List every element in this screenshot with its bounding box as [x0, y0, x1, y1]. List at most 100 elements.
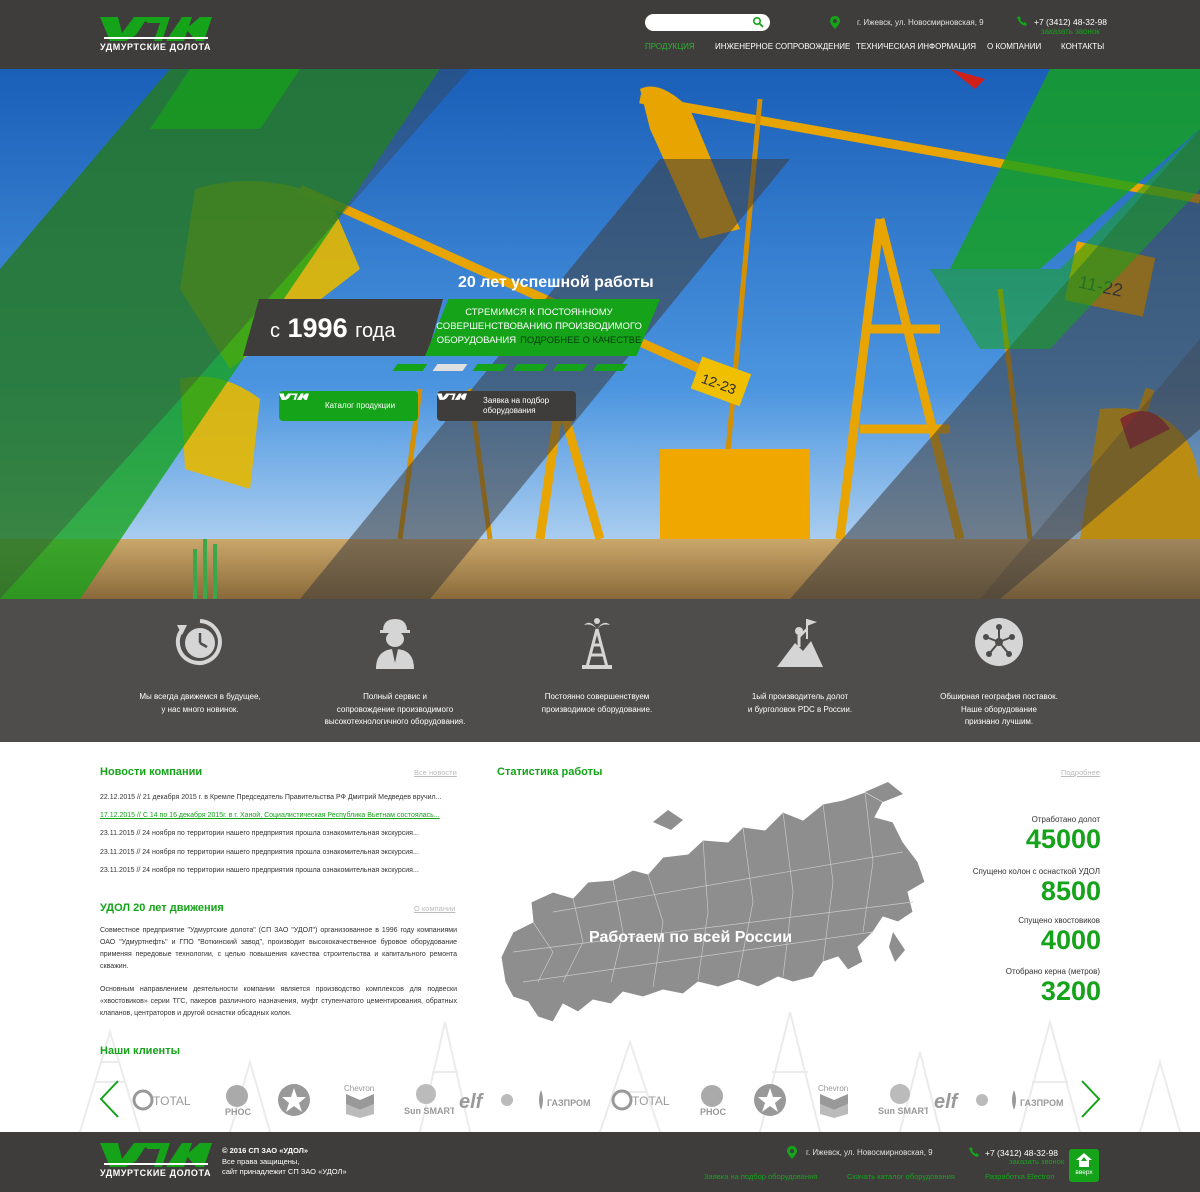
news-title: Новости компании: [100, 766, 203, 778]
feature-text: Обширная география поставок. Наше оборуд…: [940, 692, 1058, 726]
slogan-text: стремимся к постоянному совершенствовани…: [429, 306, 649, 348]
copyright-line: © 2016 СП ЗАО «УДОЛ»: [222, 1146, 309, 1155]
russia-map: [500, 782, 926, 1023]
client-logo-text: PHOC: [700, 1107, 727, 1117]
stat-label: Отработано долот: [1031, 815, 1100, 824]
client-logo-total[interactable]: TOTAL: [131, 1082, 195, 1118]
logo-text: УДМУРТСКИЕ ДОЛОТА: [100, 1168, 212, 1178]
phone-icon: [1017, 16, 1027, 26]
slider-dot[interactable]: [392, 364, 428, 371]
stat-label: Отобрано керна (метров): [1005, 967, 1100, 976]
site-header: УДМУРТСКИЕ ДОЛОТА г. Ижевск, ул. Новосми…: [0, 0, 1200, 69]
client-logo-sun-smart[interactable]: Sun SMART: [864, 1082, 928, 1118]
nav-tech-info[interactable]: техническая информация: [856, 42, 976, 51]
nav-engineering[interactable]: инженерное сопровождение: [715, 42, 850, 51]
news-item[interactable]: 23.11.2015 // 24 ноября по территории на…: [100, 849, 419, 856]
logo-text: УДМУРТСКИЕ ДОЛОТА: [100, 42, 212, 52]
feature-item: Постоянно совершенствуем производимое об…: [497, 599, 697, 742]
about-link[interactable]: О компании: [414, 904, 455, 913]
feature-text: Постоянно совершенствуем производимое об…: [541, 692, 653, 714]
client-logo-text: ГАЗПРОМ: [1020, 1098, 1064, 1108]
feature-item: 1ый производитель долот и бурголовок PDC…: [700, 599, 900, 742]
footer-address: г. Ижевск, ул. Новосмирновская, 9: [806, 1148, 933, 1157]
summit-flag-icon: [777, 619, 823, 667]
feature-text: 1ый производитель долот и бурголовок PDC…: [747, 692, 853, 714]
client-logo-gazprom[interactable]: ГАЗПРОМ: [531, 1082, 595, 1118]
footer-catalog-link[interactable]: Скачать каталог оборудования: [847, 1172, 955, 1181]
nav-about[interactable]: о компании: [987, 42, 1041, 51]
stat-value: 45000: [1025, 824, 1101, 854]
stat-value: 8500: [1040, 876, 1101, 906]
client-logo-phoc[interactable]: PHOC: [205, 1082, 269, 1118]
quality-link[interactable]: подробнее о качестве: [520, 335, 641, 346]
carousel-next-icon[interactable]: [1080, 1079, 1102, 1119]
slider-dot[interactable]: [552, 364, 588, 371]
scroll-top-label: вверх: [1075, 1169, 1093, 1176]
search-icon[interactable]: [752, 16, 764, 28]
owner-line: сайт принадлежит СП ЗАО «УДОЛ»: [222, 1167, 347, 1176]
client-logo-text: elf: [934, 1091, 960, 1113]
location-pin-icon: [787, 1146, 797, 1159]
slider-dot[interactable]: [472, 364, 508, 371]
client-logo-sun-smart[interactable]: Sun SMART: [390, 1082, 454, 1118]
client-logo-text: TOTAL: [632, 1094, 670, 1108]
search-input[interactable]: [645, 14, 770, 31]
client-logo-chevron[interactable]: Chevron: [802, 1082, 866, 1118]
client-logo-elf[interactable]: elf: [930, 1082, 994, 1118]
client-logo-texaco[interactable]: [262, 1082, 326, 1118]
request-button-label: Заявка на подбор оборудования: [483, 396, 550, 415]
news-item[interactable]: 17.12.2015 // С 14 по 16 декабря 2015г. …: [100, 812, 440, 819]
logo-mark-icon: [100, 1143, 212, 1167]
all-news-link[interactable]: Все новости: [414, 768, 457, 777]
client-logo-text: Chevron: [818, 1084, 848, 1093]
feature-item: Мы всегда движемся в будущее, у нас мног…: [100, 599, 300, 742]
hero-title: 20 лет успешной работы: [458, 274, 654, 291]
client-logo-texaco[interactable]: [738, 1082, 802, 1118]
map-label: Работаем по всей России: [589, 929, 793, 946]
client-logo-elf[interactable]: elf: [455, 1082, 519, 1118]
client-logo-phoc[interactable]: PHOC: [680, 1082, 744, 1118]
stats-more-link[interactable]: Подробнее: [1061, 768, 1100, 777]
header-phone[interactable]: +7 (3412) 48-32-98: [1034, 17, 1107, 27]
client-logo-chevron[interactable]: Chevron: [328, 1082, 392, 1118]
feature-text: Полный сервис и сопровождение производим…: [324, 692, 466, 726]
feature-text: Мы всегда движемся в будущее, у нас мног…: [139, 692, 261, 714]
callback-link[interactable]: заказать звонок: [1041, 27, 1100, 36]
news-item[interactable]: 23.11.2015 // 24 ноября по территории на…: [100, 867, 419, 874]
footer-request-link[interactable]: Заявка на подбор оборудования: [704, 1172, 817, 1181]
carousel-prev-icon[interactable]: [98, 1079, 120, 1119]
client-logo-gazprom[interactable]: ГАЗПРОМ: [1004, 1082, 1068, 1118]
news-item[interactable]: 23.11.2015 // 24 ноября по территории на…: [100, 830, 419, 837]
news-item[interactable]: 22.12.2015 // 21 декабря 2015 г. в Кремл…: [100, 794, 441, 801]
since-prefix: с: [270, 320, 280, 342]
footer-callback-link[interactable]: заказать звонок: [1009, 1157, 1064, 1166]
request-button[interactable]: Заявка на подбор оборудования: [437, 391, 576, 421]
since-year: 1996: [287, 313, 348, 343]
scroll-top-button[interactable]: вверх: [1069, 1149, 1099, 1182]
clients-title: Наши клиенты: [100, 1045, 180, 1057]
footer-developer-link[interactable]: Разработка Electron: [985, 1172, 1055, 1181]
phone-icon: [969, 1147, 979, 1157]
rights-line: Все права защищены,: [222, 1156, 300, 1166]
footer-logo[interactable]: УДМУРТСКИЕ ДОЛОТА: [100, 1143, 212, 1183]
catalog-button[interactable]: Каталог продукции: [279, 391, 418, 421]
network-icon: [975, 618, 1023, 666]
slider-dot[interactable]: [592, 364, 628, 371]
location-pin-icon: [830, 16, 840, 29]
since-text: с 1996 года: [270, 313, 395, 344]
slider-dot-active[interactable]: [432, 364, 468, 371]
catalog-button-label: Каталог продукции: [325, 401, 396, 410]
nav-products[interactable]: продукция: [645, 42, 695, 51]
feature-item: Полный сервис и сопровождение производим…: [295, 599, 495, 742]
hero-banner: 11-22 12-23 20 лет успешной работы с 199…: [0, 69, 1200, 599]
since-suffix: года: [355, 320, 396, 342]
mini-logo-icon: [437, 393, 467, 400]
nav-contacts[interactable]: контакты: [1061, 42, 1104, 51]
features-strip: Мы всегда движемся в будущее, у нас мног…: [0, 599, 1200, 742]
oil-rig-icon: [582, 618, 612, 669]
client-logo-total[interactable]: TOTAL: [610, 1082, 674, 1118]
site-footer: УДМУРТСКИЕ ДОЛОТА © 2016 СП ЗАО «УДОЛ» В…: [0, 1132, 1200, 1192]
slider-dot[interactable]: [512, 364, 548, 371]
company-logo[interactable]: УДМУРТСКИЕ ДОЛОТА: [100, 17, 212, 57]
client-logo-text: elf: [459, 1091, 485, 1113]
